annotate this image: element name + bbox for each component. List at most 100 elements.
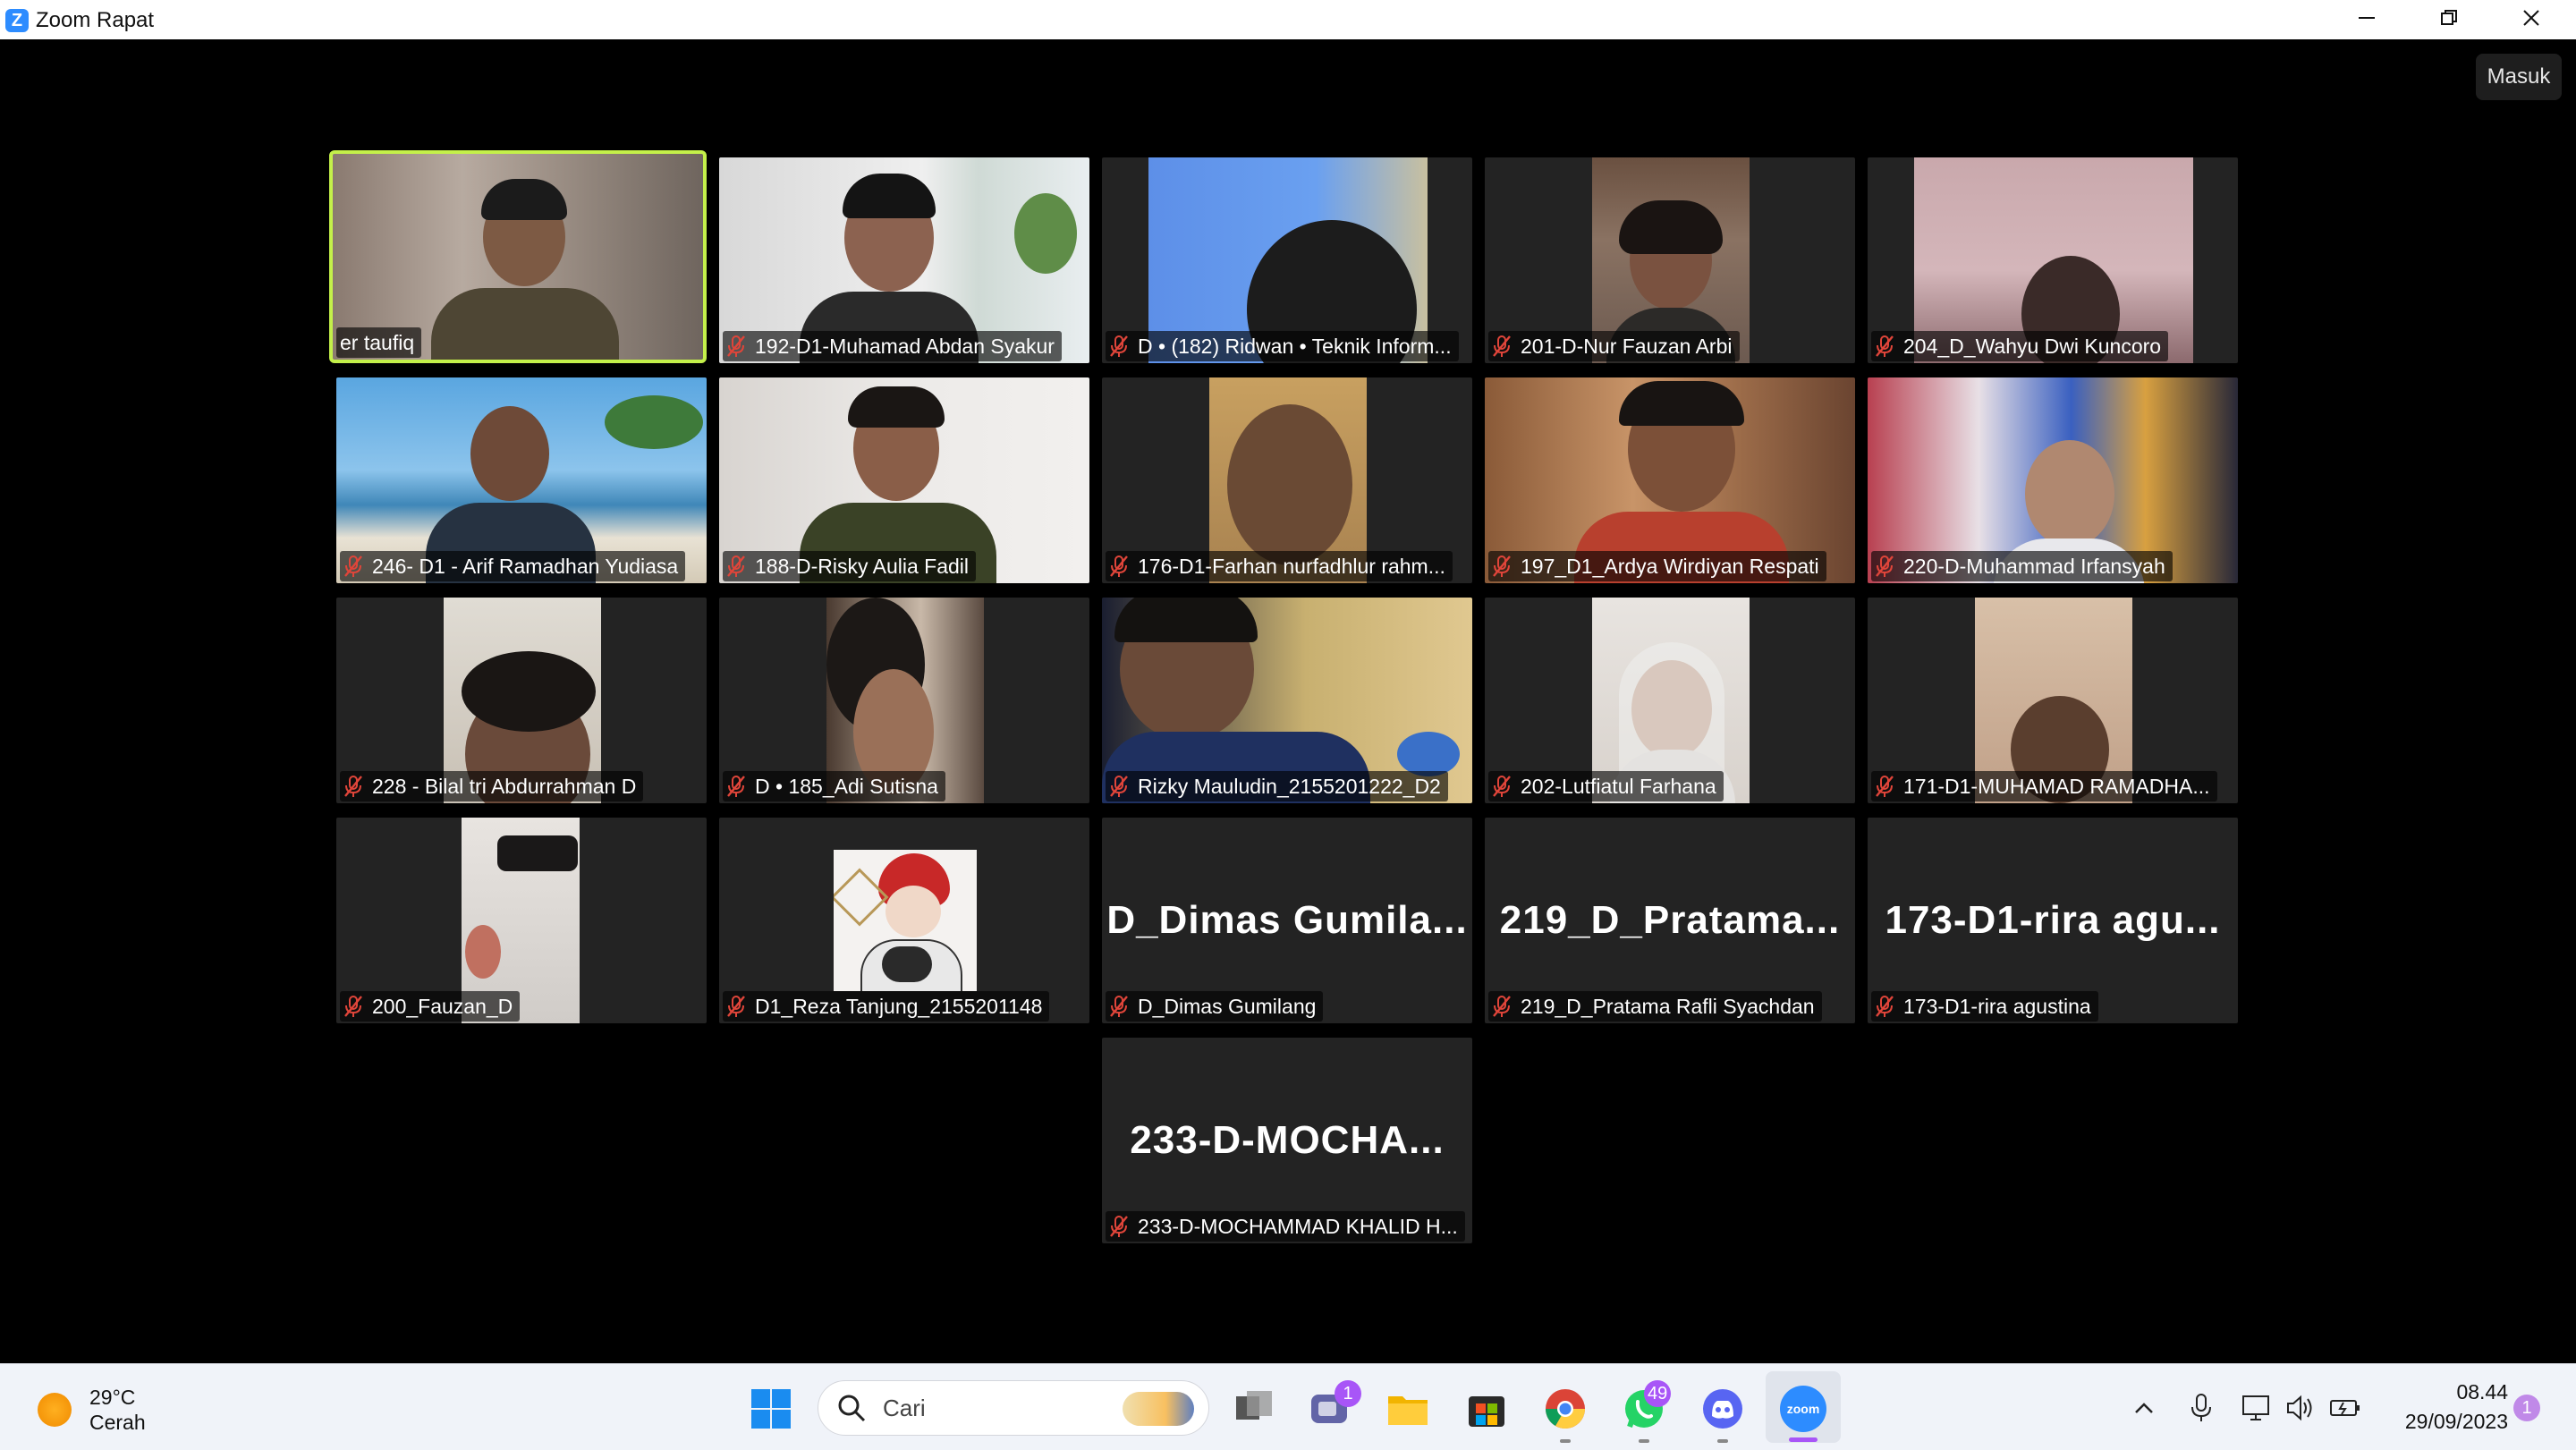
active-indicator bbox=[1789, 1437, 1818, 1442]
whatsapp-button[interactable]: 49 bbox=[1621, 1380, 1672, 1443]
participant-name: 204_D_Wahyu Dwi Kuncoro bbox=[1871, 331, 2169, 361]
participant-display-name: 219_D_Pratama... bbox=[1499, 898, 1841, 942]
muted-mic-icon bbox=[1110, 775, 1128, 797]
title-bar: Z Zoom Rapat bbox=[0, 0, 2576, 39]
muted-mic-icon bbox=[1493, 555, 1511, 577]
muted-mic-icon bbox=[1493, 335, 1511, 357]
participant-tile[interactable]: 201-D-Nur Fauzan Arbi bbox=[1485, 157, 1855, 363]
close-icon bbox=[2523, 10, 2539, 26]
participant-name: 233-D-MOCHAMMAD KHALID H... bbox=[1106, 1211, 1465, 1242]
search-placeholder: Cari bbox=[883, 1395, 926, 1421]
discord-icon bbox=[1703, 1389, 1742, 1429]
volume-button[interactable] bbox=[2283, 1391, 2317, 1425]
participant-tile[interactable]: D • (182) Ridwan • Teknik Inform... bbox=[1102, 157, 1472, 363]
participant-name: Rizky Mauludin_2155201222_D2 bbox=[1106, 771, 1448, 801]
search-highlight-icon bbox=[1123, 1392, 1194, 1426]
participant-name: 246- D1 - Arif Ramadhan Yudiasa bbox=[340, 551, 686, 581]
participant-tile[interactable]: 204_D_Wahyu Dwi Kuncoro bbox=[1868, 157, 2238, 363]
participant-tile[interactable]: 219_D_Pratama... 219_D_Pratama Rafli Sya… bbox=[1485, 818, 1855, 1023]
teams-button[interactable]: 1 bbox=[1308, 1380, 1361, 1432]
muted-mic-icon bbox=[1493, 995, 1511, 1017]
participant-tile[interactable]: 233-D-MOCHA... 233-D-MOCHAMMAD KHALID H.… bbox=[1102, 1038, 1472, 1243]
microphone-tray-button[interactable] bbox=[2186, 1391, 2216, 1425]
participant-name: 173-D1-rira agustina bbox=[1871, 991, 2098, 1022]
participant-tile[interactable]: 202-Lutfiatul Farhana bbox=[1485, 598, 1855, 803]
participant-tile[interactable]: D1_Reza Tanjung_2155201148 bbox=[719, 818, 1089, 1023]
muted-mic-icon bbox=[1110, 335, 1128, 357]
restore-icon bbox=[2441, 10, 2457, 25]
taskbar: 29°C Cerah Cari 1 49 zoom 08.44 29/09/20… bbox=[0, 1363, 2576, 1450]
participant-name: 197_D1_Ardya Wirdiyan Respati bbox=[1488, 551, 1826, 581]
participant-name: 202-Lutfiatul Farhana bbox=[1488, 771, 1724, 801]
participant-name: D • 185_Adi Sutisna bbox=[723, 771, 945, 801]
task-view-button[interactable] bbox=[1231, 1386, 1277, 1432]
weather-temperature: 29°C bbox=[89, 1386, 136, 1409]
participant-tile[interactable]: 173-D1-rira agu... 173-D1-rira agustina bbox=[1868, 818, 2238, 1023]
chrome-icon bbox=[1546, 1389, 1585, 1429]
participant-name: 219_D_Pratama Rafli Syachdan bbox=[1488, 991, 1822, 1022]
search-icon bbox=[838, 1395, 866, 1422]
muted-mic-icon bbox=[1110, 995, 1128, 1017]
participant-name: er taufiq bbox=[336, 327, 422, 358]
windows-icon bbox=[751, 1389, 791, 1429]
participant-name: D • (182) Ridwan • Teknik Inform... bbox=[1106, 331, 1459, 361]
participant-tile[interactable]: 192-D1-Muhamad Abdan Syakur bbox=[719, 157, 1089, 363]
battery-charging-icon bbox=[2330, 1400, 2360, 1416]
discord-button[interactable] bbox=[1699, 1386, 1746, 1443]
show-hidden-icons-button[interactable] bbox=[2129, 1393, 2159, 1423]
store-button[interactable] bbox=[1463, 1386, 1510, 1432]
running-indicator bbox=[1560, 1439, 1571, 1443]
weather-description: Cerah bbox=[89, 1411, 146, 1434]
participant-tile[interactable]: D • 185_Adi Sutisna bbox=[719, 598, 1089, 803]
participant-tile[interactable]: 246- D1 - Arif Ramadhan Yudiasa bbox=[336, 377, 707, 583]
chrome-button[interactable] bbox=[1542, 1386, 1589, 1443]
participant-display-name: 173-D1-rira agu... bbox=[1885, 898, 2221, 942]
muted-mic-icon bbox=[344, 775, 362, 797]
sign-in-button[interactable]: Masuk bbox=[2476, 54, 2562, 100]
participant-name: 228 - Bilal tri Abdurrahman D bbox=[340, 771, 644, 801]
microphone-icon bbox=[2191, 1394, 2211, 1421]
participant-tile[interactable]: 197_D1_Ardya Wirdiyan Respati bbox=[1485, 377, 1855, 583]
speaker-icon bbox=[2287, 1395, 2312, 1421]
weather-widget[interactable]: 29°C Cerah bbox=[32, 1382, 193, 1436]
muted-mic-icon bbox=[344, 995, 362, 1017]
participant-name: 192-D1-Muhamad Abdan Syakur bbox=[723, 331, 1062, 361]
participant-tile[interactable]: er taufiq bbox=[329, 150, 707, 363]
running-indicator bbox=[1717, 1439, 1728, 1443]
running-indicator bbox=[1639, 1439, 1649, 1443]
teams-notification-badge: 1 bbox=[1335, 1380, 1361, 1407]
restore-button[interactable] bbox=[2408, 0, 2490, 39]
notification-center-badge[interactable]: 1 bbox=[2513, 1395, 2540, 1421]
network-button[interactable] bbox=[2240, 1391, 2274, 1425]
clock-time: 08.44 bbox=[2456, 1380, 2508, 1403]
close-button[interactable] bbox=[2490, 0, 2572, 39]
profile-picture bbox=[834, 850, 977, 991]
zoom-app-icon: zoom bbox=[1780, 1386, 1826, 1432]
minimize-button[interactable] bbox=[2326, 0, 2408, 39]
taskbar-search[interactable]: Cari bbox=[818, 1380, 1209, 1436]
muted-mic-icon bbox=[727, 555, 745, 577]
participant-display-name: 233-D-MOCHA... bbox=[1130, 1118, 1445, 1162]
participant-name: 201-D-Nur Fauzan Arbi bbox=[1488, 331, 1740, 361]
participant-tile[interactable]: 200_Fauzan_D bbox=[336, 818, 707, 1023]
minimize-icon bbox=[2359, 17, 2375, 19]
participant-tile[interactable]: D_Dimas Gumila... D_Dimas Gumilang bbox=[1102, 818, 1472, 1023]
store-icon bbox=[1469, 1396, 1504, 1427]
participant-tile[interactable]: Rizky Mauludin_2155201222_D2 bbox=[1102, 598, 1472, 803]
participant-tile[interactable]: 188-D-Risky Aulia Fadil bbox=[719, 377, 1089, 583]
participant-tile[interactable]: 228 - Bilal tri Abdurrahman D bbox=[336, 598, 707, 803]
participant-tile[interactable]: 176-D1-Farhan nurfadhlur rahm... bbox=[1102, 377, 1472, 583]
muted-mic-icon bbox=[727, 335, 745, 357]
muted-mic-icon bbox=[727, 775, 745, 797]
start-button[interactable] bbox=[748, 1386, 794, 1432]
muted-mic-icon bbox=[1876, 335, 1894, 357]
file-explorer-button[interactable] bbox=[1385, 1386, 1431, 1432]
zoom-taskbar-button[interactable]: zoom bbox=[1766, 1371, 1841, 1443]
participant-tile[interactable]: 220-D-Muhammad Irfansyah bbox=[1868, 377, 2238, 583]
muted-mic-icon bbox=[1876, 995, 1894, 1017]
battery-button[interactable] bbox=[2327, 1391, 2363, 1425]
participant-name: D1_Reza Tanjung_2155201148 bbox=[723, 991, 1050, 1022]
clock[interactable]: 08.44 29/09/2023 bbox=[2370, 1377, 2508, 1439]
muted-mic-icon bbox=[1110, 1215, 1128, 1237]
participant-tile[interactable]: 171-D1-MUHAMAD RAMADHA... bbox=[1868, 598, 2238, 803]
